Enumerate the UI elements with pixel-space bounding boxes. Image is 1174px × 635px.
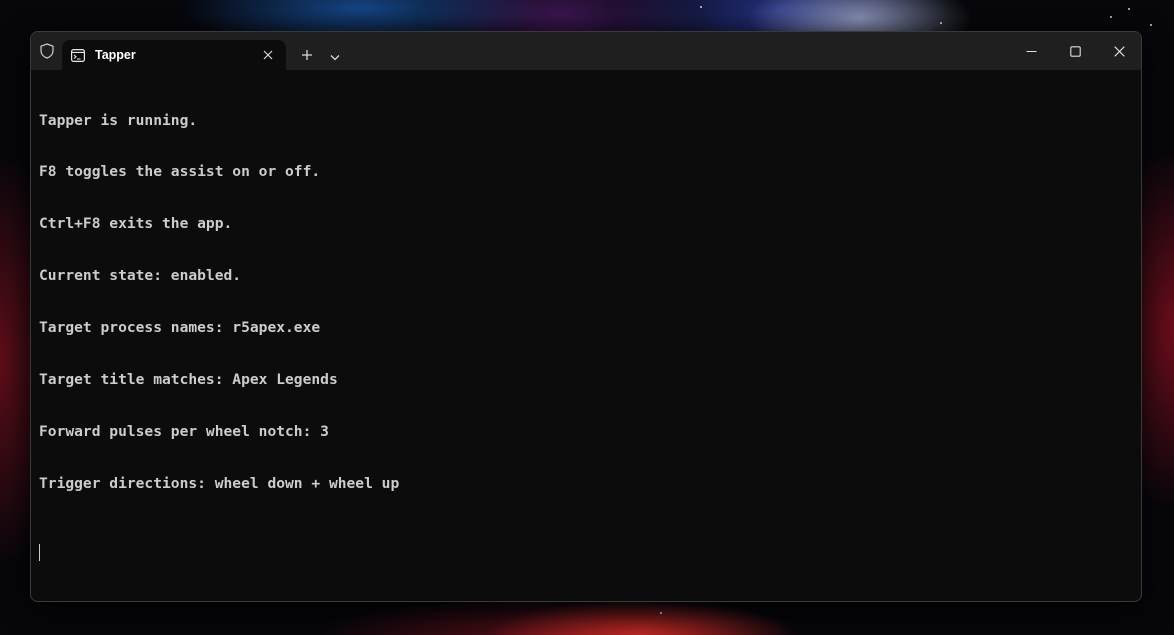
close-window-button[interactable]	[1097, 32, 1141, 70]
terminal-line: Forward pulses per wheel notch: 3	[39, 422, 329, 440]
chevron-down-icon	[330, 46, 340, 65]
terminal-window: Tapper Tapper is running. F8 toggles the…	[30, 31, 1142, 602]
close-icon	[1113, 42, 1125, 61]
terminal-line: Current state: enabled.	[39, 267, 242, 285]
terminal-icon	[71, 48, 85, 62]
tab-title: Tapper	[95, 48, 136, 62]
terminal-line: Trigger directions: wheel down + wheel u…	[39, 474, 400, 492]
tab-tapper[interactable]: Tapper	[62, 40, 286, 70]
close-icon[interactable]	[260, 47, 276, 63]
minimize-button[interactable]	[1009, 32, 1053, 70]
minimize-icon	[1026, 42, 1037, 61]
plus-icon	[301, 46, 313, 65]
new-tab-button[interactable]	[293, 40, 321, 70]
tab-dropdown-button[interactable]	[321, 40, 349, 70]
terminal-line: Target process names: r5apex.exe	[39, 319, 321, 337]
text-cursor	[39, 543, 40, 561]
terminal-line: Target title matches: Apex Legends	[39, 371, 338, 389]
terminal-output[interactable]: Tapper is running. F8 toggles the assist…	[31, 70, 1141, 601]
terminal-line: Ctrl+F8 exits the app.	[39, 215, 233, 233]
title-bar[interactable]: Tapper	[31, 32, 1141, 70]
maximize-icon	[1069, 42, 1081, 61]
maximize-button[interactable]	[1053, 32, 1097, 70]
terminal-line: F8 toggles the assist on or off.	[39, 163, 321, 181]
shield-icon[interactable]	[32, 32, 62, 70]
terminal-line: Tapper is running.	[39, 111, 198, 129]
